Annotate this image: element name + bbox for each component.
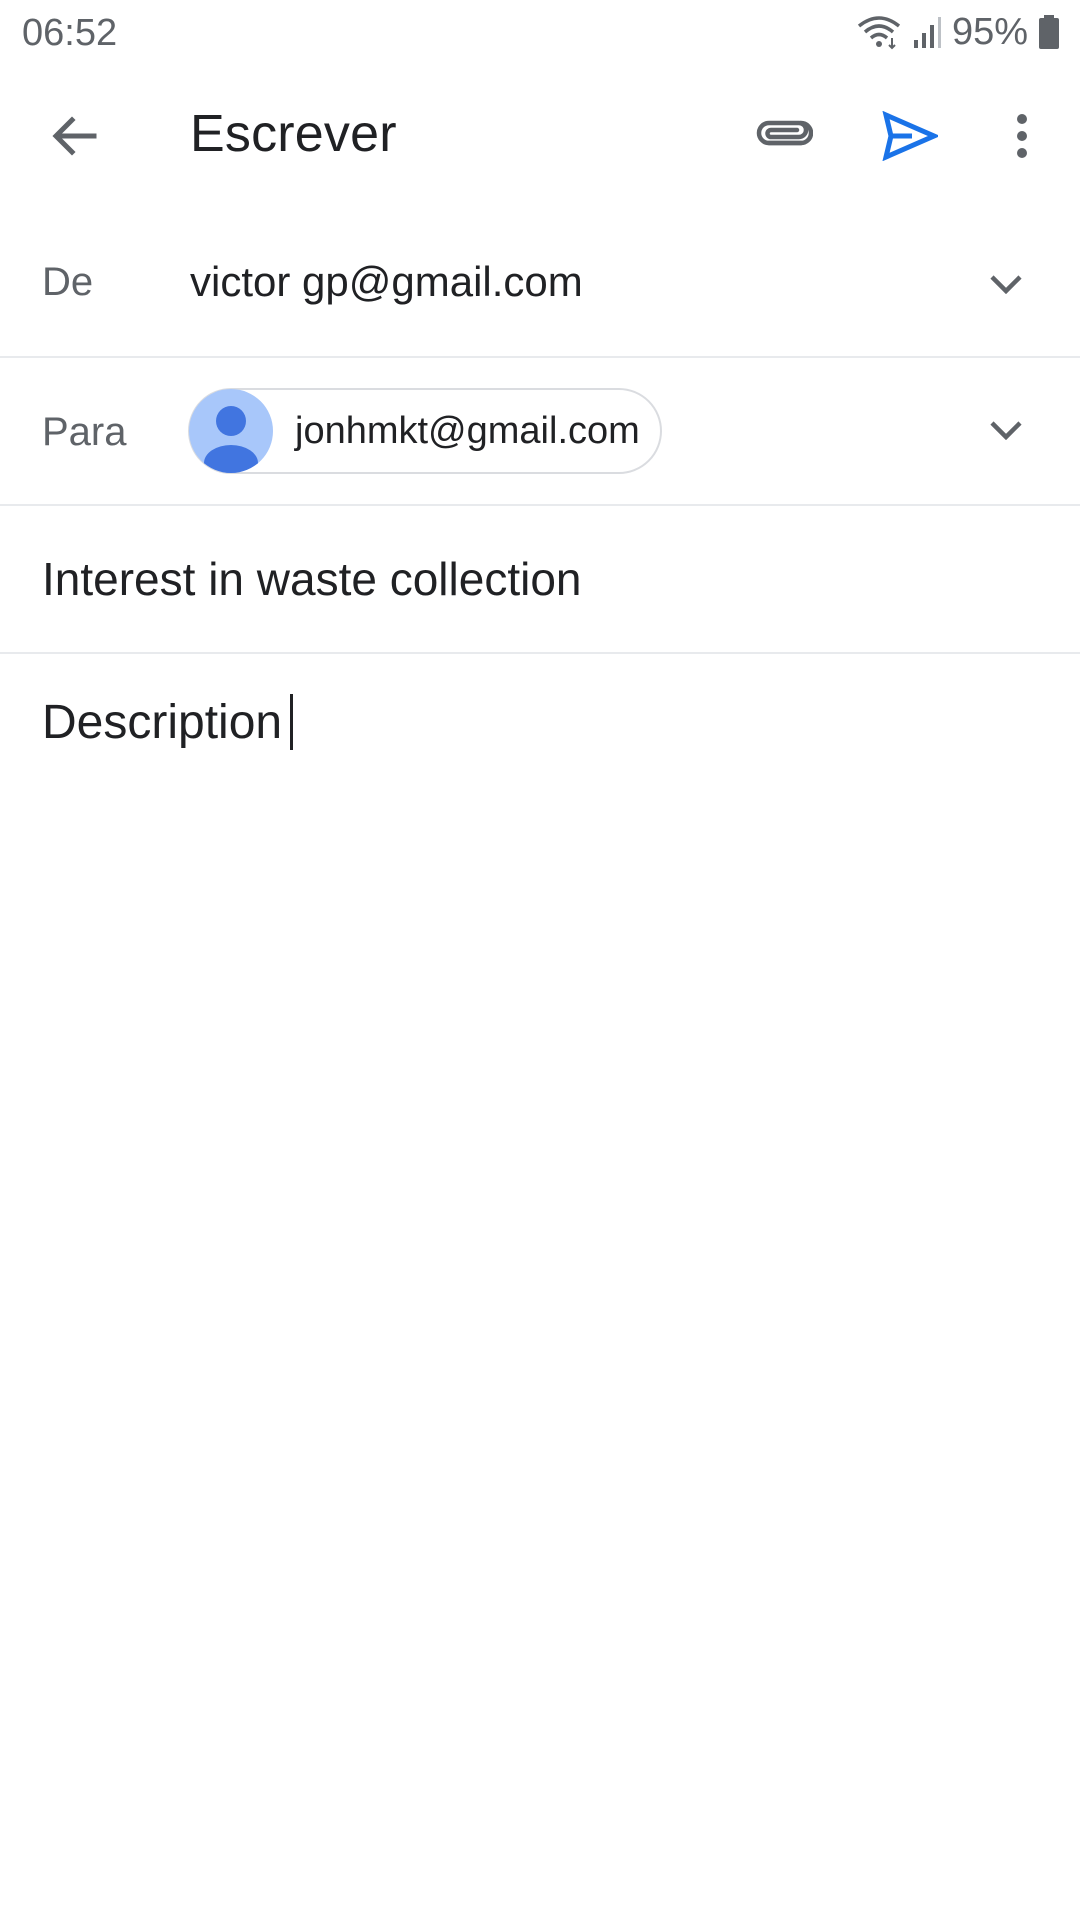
app-bar: Escrever [0,66,1080,206]
battery-percent: 95% [951,10,1028,53]
status-indicators: 95% [856,10,1060,54]
body-field[interactable]: Description [42,694,294,750]
wifi-icon [857,16,901,50]
divider [0,504,1080,506]
from-expand-button[interactable] [956,234,1056,334]
body-text: Description [42,695,283,749]
person-icon [204,406,258,473]
status-bar: 06:52 95% [0,0,1080,66]
battery-icon [1039,15,1059,49]
subject-field[interactable]: Interest in waste collection [42,552,582,606]
avatar [189,389,273,473]
from-row: De victor gp@gmail.com [0,206,1080,356]
recipient-chip[interactable]: jonhmkt@gmail.com [188,388,662,474]
to-label: Para [42,410,127,454]
from-label: De [42,260,94,304]
recipient-email: jonhmkt@gmail.com [295,409,640,452]
divider [0,652,1080,654]
more-vert-icon [1017,114,1027,158]
back-arrow-icon [52,116,97,156]
signal-icon [913,17,941,48]
text-cursor [290,694,294,750]
from-address[interactable]: victor gp@gmail.com [190,258,583,306]
chevron-down-icon [990,421,1022,440]
status-time: 06:52 [22,12,118,54]
more-options-button[interactable] [972,66,1072,206]
attach-button[interactable] [734,66,834,206]
attach-icon [756,120,813,146]
chevron-down-icon [990,275,1022,294]
back-button[interactable] [24,66,124,206]
to-expand-button[interactable] [956,380,1056,480]
page-title: Escrever [190,105,397,163]
send-button[interactable] [860,66,960,206]
send-icon [882,111,938,161]
